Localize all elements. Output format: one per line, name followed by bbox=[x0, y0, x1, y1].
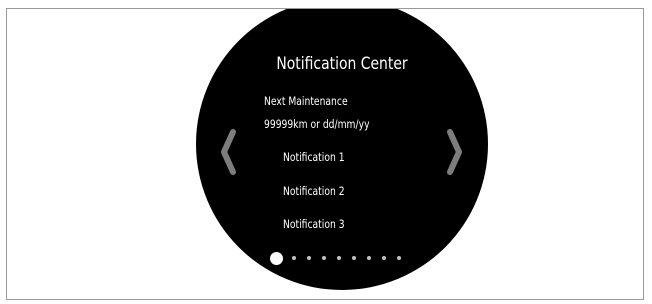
page-dot[interactable] bbox=[382, 256, 386, 260]
watch-screen: Notification Center Next Maintenance 999… bbox=[196, 9, 488, 290]
page-dot[interactable] bbox=[292, 256, 296, 260]
page-dot[interactable] bbox=[397, 256, 401, 260]
page-dot[interactable] bbox=[337, 256, 341, 260]
app-frame: Notification Center Next Maintenance 999… bbox=[6, 8, 644, 300]
page-dot[interactable] bbox=[307, 256, 311, 260]
chevron-left-icon[interactable] bbox=[218, 128, 238, 176]
notification-item-2[interactable]: Notification 2 bbox=[283, 184, 345, 198]
page-dot-active[interactable] bbox=[270, 251, 283, 265]
notification-item-3[interactable]: Notification 3 bbox=[283, 217, 345, 231]
page-dot[interactable] bbox=[352, 256, 356, 260]
page-dot[interactable] bbox=[367, 256, 371, 260]
next-maintenance-value: 99999km or dd/mm/yy bbox=[264, 117, 370, 131]
page-dot[interactable] bbox=[322, 256, 326, 260]
notification-item-1[interactable]: Notification 1 bbox=[283, 150, 345, 164]
page-indicator[interactable] bbox=[270, 250, 412, 266]
next-maintenance-label: Next Maintenance bbox=[264, 94, 348, 108]
page-title: Notification Center bbox=[276, 54, 408, 74]
chevron-right-icon[interactable] bbox=[445, 128, 465, 176]
